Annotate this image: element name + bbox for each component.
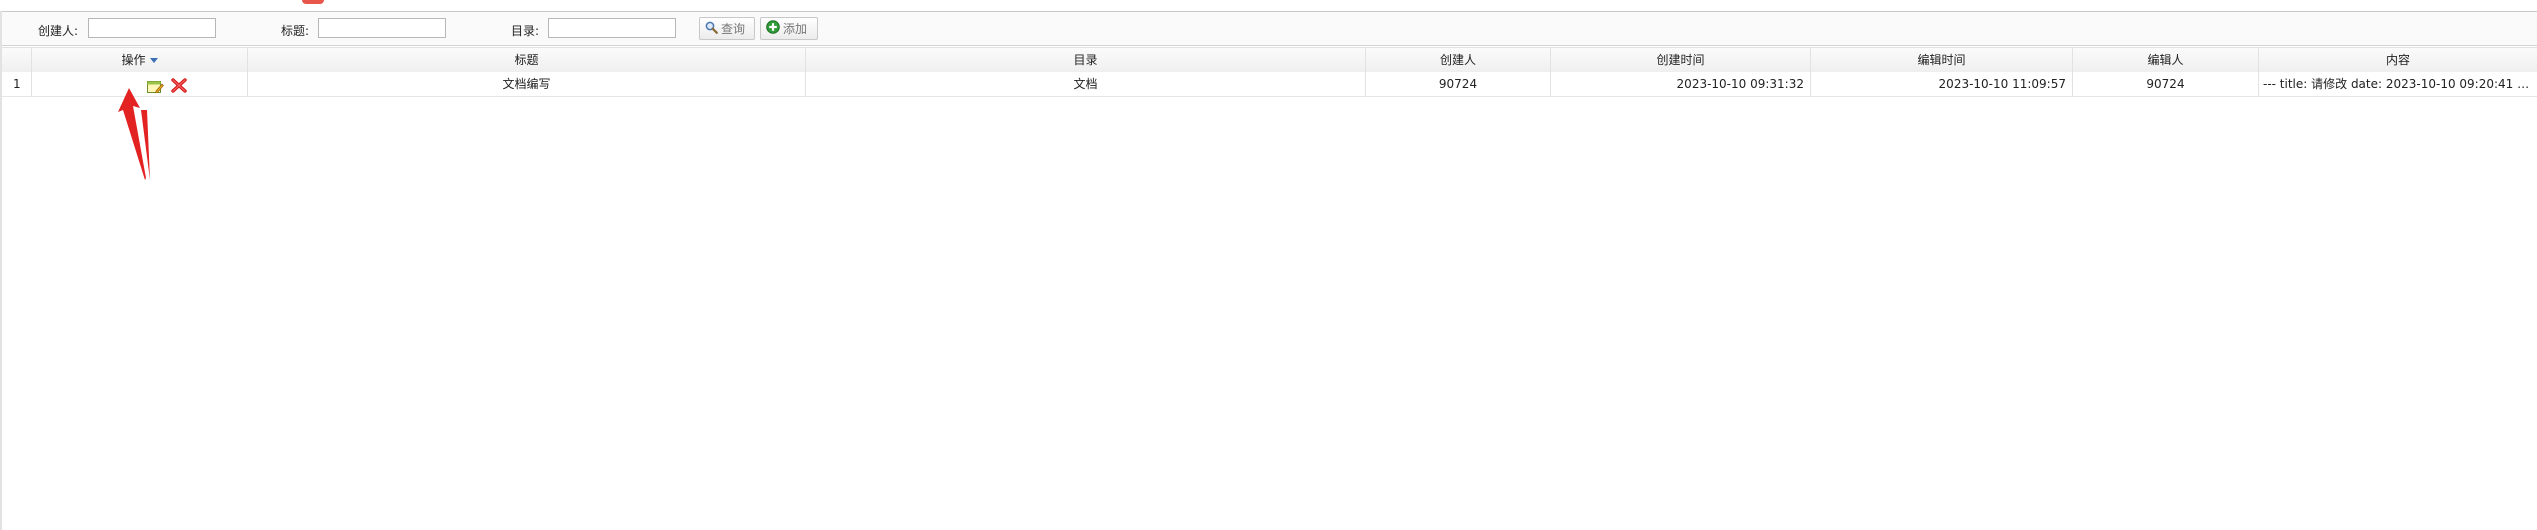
- annotation-arrow-head: [118, 88, 146, 180]
- row-title: 文档编写: [248, 72, 806, 96]
- sort-down-icon[interactable]: [149, 58, 158, 63]
- column-header-editor[interactable]: 编辑人: [2073, 48, 2259, 72]
- row-number-header: [2, 48, 32, 72]
- row-number: 1: [2, 72, 32, 96]
- column-header-title[interactable]: 标题: [248, 48, 806, 72]
- column-header-creator[interactable]: 创建人: [1366, 48, 1551, 72]
- search-button[interactable]: 查询: [699, 17, 755, 40]
- row-editor: 90724: [2073, 72, 2259, 96]
- annotation-arrow-shaft: [141, 110, 150, 180]
- add-button-label: 添加: [783, 22, 808, 36]
- add-button[interactable]: 添加: [760, 17, 818, 40]
- plus-circle-icon: [766, 20, 780, 37]
- creator-filter-label: 创建人:: [38, 24, 79, 38]
- column-header-content[interactable]: 内容: [2259, 48, 2537, 72]
- delete-icon[interactable]: [171, 77, 187, 93]
- dir-filter-input[interactable]: [548, 18, 676, 38]
- dir-filter-label: 目录:: [511, 24, 540, 38]
- row-edited-time: 2023-10-10 11:09:57: [1811, 72, 2073, 96]
- table-row[interactable]: 1 文档编写 文档 90724 2023-10-10 09:31:32 2023…: [2, 72, 2537, 97]
- column-header-edited-time[interactable]: 编辑时间: [1811, 48, 2073, 72]
- column-header-dir[interactable]: 目录: [806, 48, 1366, 72]
- column-header-actions[interactable]: 操作: [32, 48, 248, 72]
- search-button-label: 查询: [721, 22, 746, 36]
- title-filter-label: 标题:: [281, 24, 310, 38]
- filter-toolbar: 创建人: 标题: 目录: 查询 添加: [2, 12, 2537, 46]
- row-actions: [32, 72, 248, 96]
- magnifier-icon: [705, 21, 718, 37]
- column-header-label: 操作: [121, 53, 146, 67]
- row-dir: 文档: [806, 72, 1366, 96]
- row-creator: 90724: [1366, 72, 1551, 96]
- row-content: --- title: 请修改 date: 2023-10-10 09:20:41…: [2263, 77, 2537, 91]
- title-filter-input[interactable]: [318, 18, 446, 38]
- creator-filter-input[interactable]: [88, 18, 216, 38]
- edit-icon[interactable]: [147, 78, 164, 94]
- column-header-created-time[interactable]: 创建时间: [1551, 48, 1811, 72]
- row-created-time: 2023-10-10 09:31:32: [1551, 72, 1811, 96]
- grid-header: 操作 标题 目录 创建人 创建时间 编辑时间 编辑人 内容: [2, 47, 2537, 73]
- top-red-mark: [302, 0, 324, 4]
